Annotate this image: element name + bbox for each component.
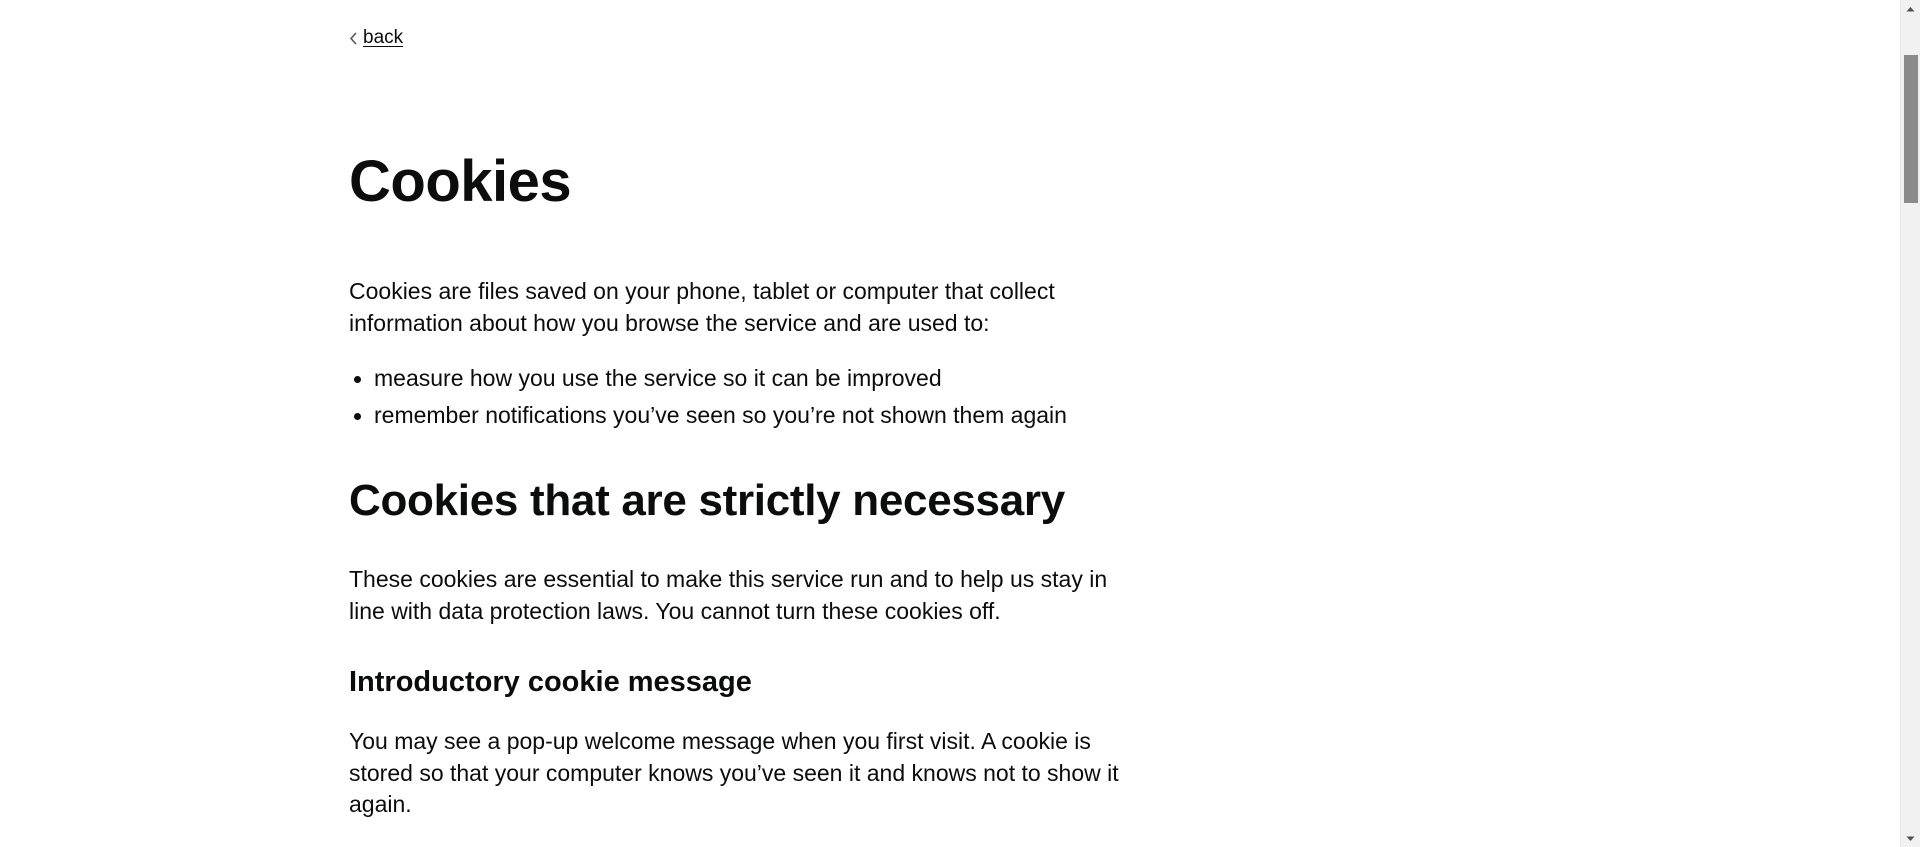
cookie-uses-list: measure how you use the service so it ca… bbox=[349, 363, 1067, 436]
intro-paragraph: Cookies are files saved on your phone, t… bbox=[349, 278, 1055, 336]
list-item: remember notifications you’ve seen so yo… bbox=[354, 400, 1067, 432]
back-link[interactable]: back bbox=[349, 26, 403, 50]
arrow-up-icon[interactable] bbox=[1901, 0, 1920, 17]
list-item: measure how you use the service so it ca… bbox=[354, 363, 1067, 395]
section-paragraph: These cookies are essential to make this… bbox=[349, 566, 1108, 624]
page-title: Cookies bbox=[349, 149, 572, 214]
chevron-left-icon bbox=[349, 26, 363, 50]
vertical-scrollbar[interactable] bbox=[1900, 0, 1920, 847]
section-heading: Cookies that are strictly necessary bbox=[349, 476, 1065, 525]
arrow-down-icon[interactable] bbox=[1901, 830, 1920, 847]
viewport: back Cookies Cookies are files saved on … bbox=[0, 0, 1920, 847]
subsection-heading: Introductory cookie message bbox=[349, 666, 752, 698]
subsection-paragraph: You may see a pop-up welcome message whe… bbox=[349, 728, 1119, 817]
back-link-label[interactable]: back bbox=[363, 26, 403, 50]
scrollbar-thumb[interactable] bbox=[1904, 55, 1918, 203]
